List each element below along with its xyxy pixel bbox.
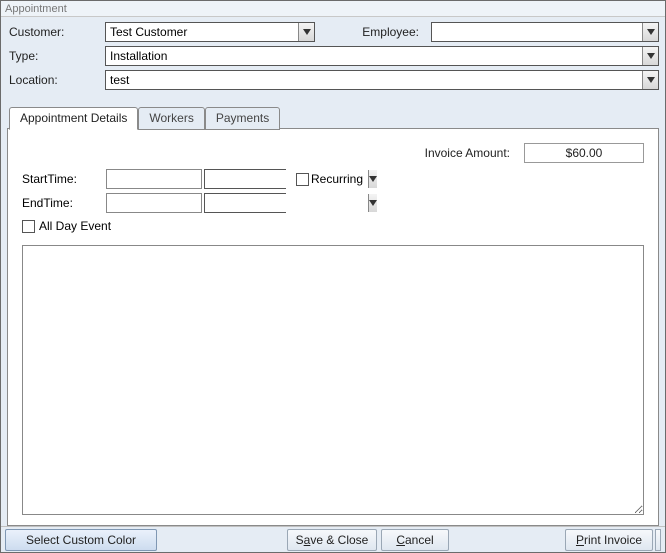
chevron-down-icon: [647, 53, 655, 59]
print-invoice-split-button[interactable]: [655, 529, 661, 551]
starttime-label: StartTime:: [22, 172, 106, 186]
end-date-input[interactable]: [106, 193, 202, 213]
location-label: Location:: [7, 73, 105, 87]
button-bar: Select Custom Color Save & Close Cancel …: [1, 526, 665, 552]
invoice-amount-label: Invoice Amount:: [425, 146, 510, 160]
customer-input[interactable]: [106, 23, 298, 41]
type-dropdown-button[interactable]: [642, 47, 658, 65]
cancel-button[interactable]: Cancel: [381, 529, 449, 551]
customer-label: Customer:: [7, 25, 105, 39]
allday-checkbox[interactable]: [22, 220, 35, 233]
start-time-combo[interactable]: [204, 169, 286, 189]
save-close-button[interactable]: Save & Close: [287, 529, 377, 551]
chevron-down-icon: [369, 176, 377, 182]
employee-label: Employee:: [343, 25, 431, 39]
employee-dropdown-button[interactable]: [642, 23, 658, 41]
notes-memo[interactable]: [22, 245, 644, 515]
tab-panel-details: Invoice Amount: $60.00 StartTime: Recurr…: [7, 128, 659, 526]
select-custom-color-button[interactable]: Select Custom Color: [5, 529, 157, 551]
chevron-down-icon: [369, 200, 377, 206]
customer-combo[interactable]: [105, 22, 315, 42]
endtime-label: EndTime:: [22, 196, 106, 210]
start-time-dropdown-button[interactable]: [368, 170, 377, 188]
end-time-input[interactable]: [205, 194, 368, 212]
end-time-combo[interactable]: [204, 193, 286, 213]
print-invoice-button[interactable]: Print Invoice: [565, 529, 653, 551]
tab-appointment-details[interactable]: Appointment Details: [9, 107, 138, 130]
chevron-down-icon: [647, 77, 655, 83]
location-dropdown-button[interactable]: [642, 71, 658, 89]
window-title: Appointment: [1, 1, 665, 17]
employee-combo[interactable]: [431, 22, 659, 42]
end-time-dropdown-button[interactable]: [368, 194, 377, 212]
recurring-checkbox[interactable]: [296, 173, 309, 186]
type-input[interactable]: [106, 47, 642, 65]
location-input[interactable]: [106, 71, 642, 89]
customer-dropdown-button[interactable]: [298, 23, 314, 41]
employee-input[interactable]: [432, 23, 642, 41]
chevron-down-icon: [303, 29, 311, 35]
recurring-label: Recurring: [311, 172, 363, 186]
tab-payments[interactable]: Payments: [205, 107, 280, 130]
invoice-amount-field[interactable]: $60.00: [524, 143, 644, 163]
chevron-down-icon: [647, 29, 655, 35]
type-label: Type:: [7, 49, 105, 63]
start-date-input[interactable]: [106, 169, 202, 189]
header-form: Customer: Employee: Type:: [1, 17, 665, 99]
location-combo[interactable]: [105, 70, 659, 90]
tab-workers[interactable]: Workers: [138, 107, 204, 130]
tabstrip: Appointment Details Workers Payments: [7, 105, 659, 129]
type-combo[interactable]: [105, 46, 659, 66]
allday-label: All Day Event: [39, 219, 111, 233]
appointment-window: Appointment Customer: Employee: Type:: [0, 0, 666, 553]
